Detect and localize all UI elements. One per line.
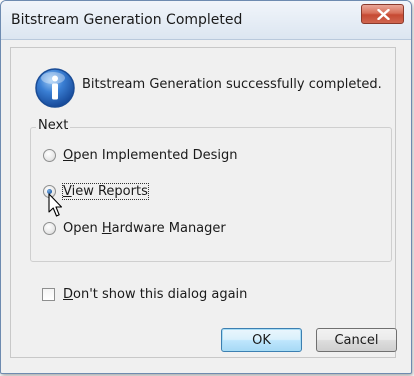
ok-button[interactable]: OK	[221, 328, 302, 352]
radio-label: Open Implemented Design	[63, 147, 238, 163]
radio-label: View Reports	[62, 182, 149, 200]
mouse-cursor-icon	[48, 193, 63, 217]
radio-open-implemented-design[interactable]: Open Implemented Design	[43, 146, 237, 164]
next-group-label: Next	[36, 118, 71, 133]
status-message: Bitstream Generation successfully comple…	[82, 77, 382, 92]
window-title: Bitstream Generation Completed	[11, 12, 243, 28]
radio-button[interactable]	[43, 148, 56, 162]
info-icon	[35, 68, 75, 108]
dont-show-again-label: Don't show this dialog again	[63, 287, 248, 302]
radio-open-hardware-manager[interactable]: Open Hardware Manager	[43, 219, 226, 237]
close-icon	[377, 9, 390, 20]
radio-label: Open Hardware Manager	[63, 220, 226, 236]
radio-button[interactable]	[43, 221, 56, 235]
dont-show-again-checkbox-row[interactable]: Don't show this dialog again	[42, 287, 247, 302]
cancel-button[interactable]: Cancel	[316, 328, 397, 352]
close-button[interactable]	[361, 4, 404, 24]
dont-show-again-checkbox[interactable]	[42, 288, 55, 301]
title-bar[interactable]: Bitstream Generation Completed	[1, 1, 411, 40]
